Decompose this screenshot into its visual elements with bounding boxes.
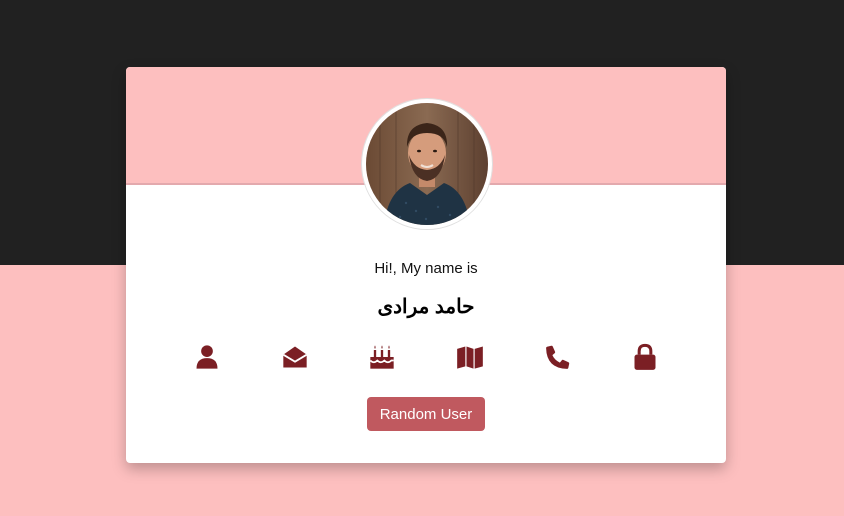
lock-icon[interactable] [631,343,659,371]
greeting-text: Hi!, My name is [374,260,478,277]
user-name: حامد مرادی [377,296,475,318]
phone-icon[interactable] [544,343,572,371]
profile-card: Hi!, My name is حامد مرادی Random User [126,67,726,463]
avatar [362,99,492,229]
email-icon[interactable] [281,343,309,371]
birthday-cake-icon[interactable] [368,343,396,371]
user-icon[interactable] [193,343,221,371]
map-icon[interactable] [456,343,484,371]
info-icon-row [126,343,726,371]
random-user-button[interactable]: Random User [367,397,485,431]
